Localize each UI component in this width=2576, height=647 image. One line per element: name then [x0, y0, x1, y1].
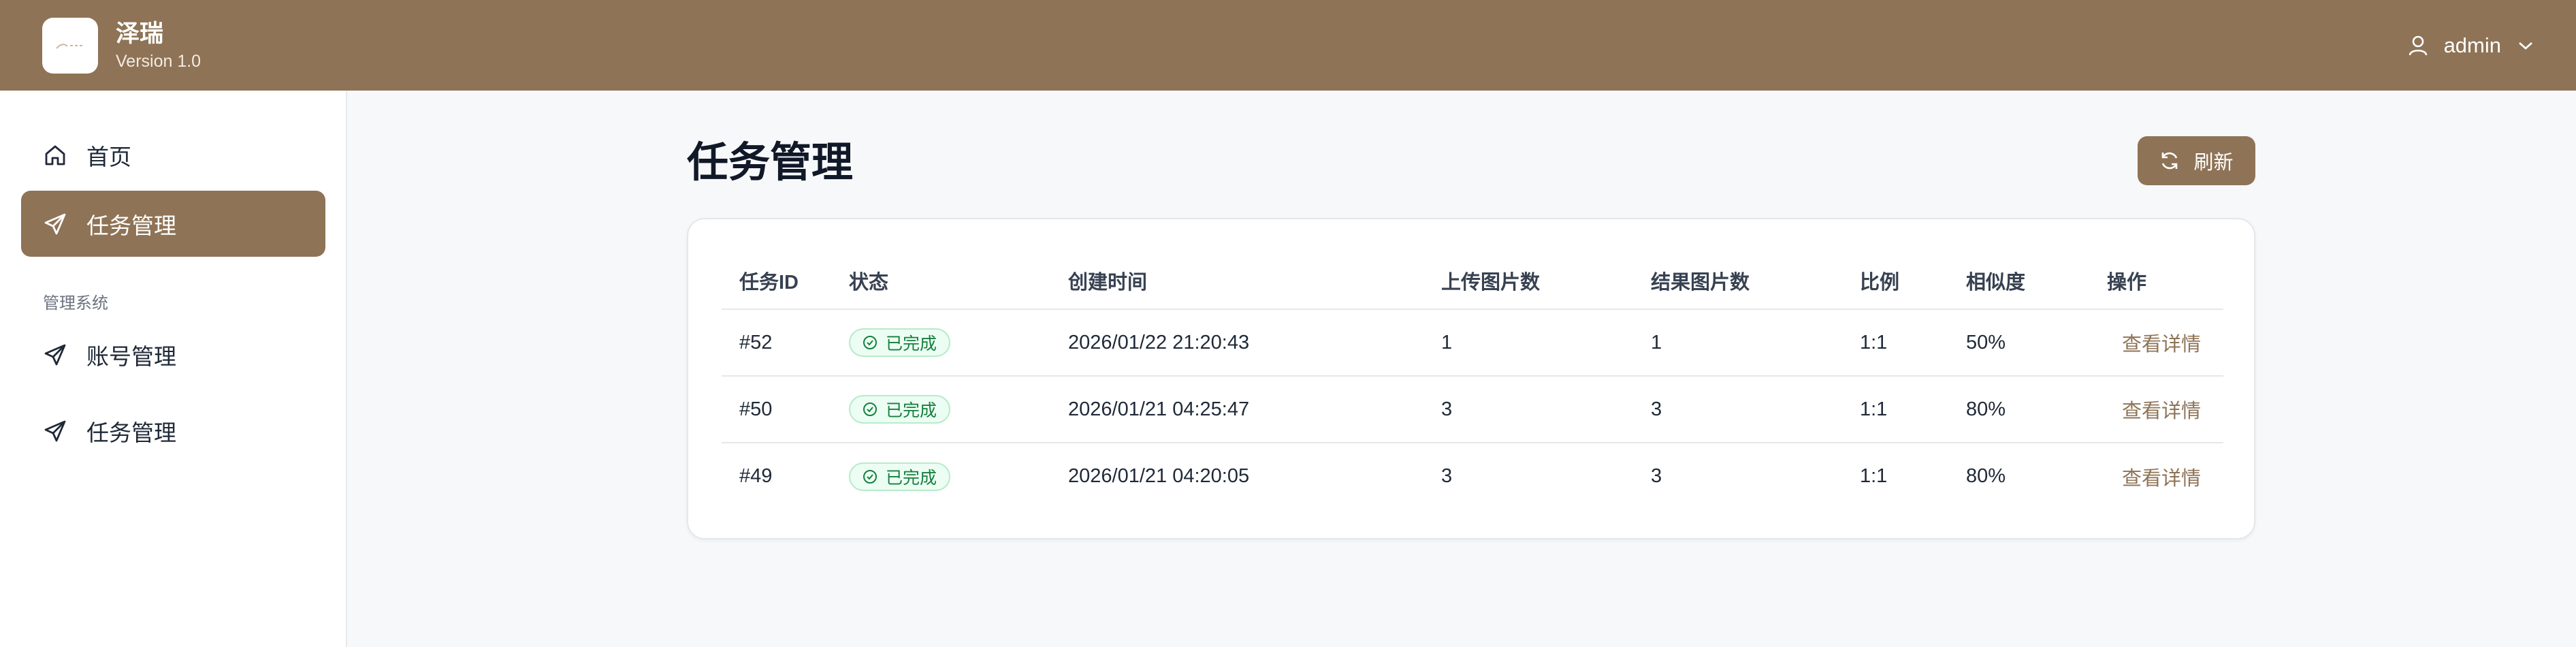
refresh-icon: [2162, 152, 2178, 170]
table-header-row: 任务ID 状态 创建时间 上传图片数 结果图片数 比例 相似度 操作: [722, 252, 2223, 310]
similarity: 80%: [1948, 376, 2089, 443]
ratio: 1:1: [1842, 376, 1948, 443]
app-version: Version 1.0: [116, 51, 202, 71]
send-icon: [44, 213, 66, 234]
similarity: 50%: [1948, 309, 2089, 377]
column-header: 上传图片数: [1423, 252, 1633, 310]
ratio: 1:1: [1860, 465, 1888, 487]
sidebar-item-task-management[interactable]: 任务管理: [21, 191, 325, 257]
status-badge: 已完成: [849, 328, 951, 357]
send-icon: [44, 344, 66, 365]
uploaded-count: 1: [1423, 309, 1633, 377]
status-text: 已完成: [886, 401, 937, 420]
result-count: 3: [1651, 465, 1662, 487]
table-row: #52 已完成 2026/01/22 21:20:43 1 1 1:1 50% …: [722, 309, 2223, 377]
task-id: #52: [722, 309, 831, 377]
status-badge: 已完成: [849, 395, 951, 424]
user-icon: [2409, 35, 2427, 55]
app-logo[interactable]: [42, 17, 98, 74]
task-table-card: 任务ID 状态 创建时间 上传图片数 结果图片数 比例 相似度 操作 #52 已…: [687, 218, 2255, 539]
status-badge: 已完成: [849, 462, 951, 491]
uploaded-count: 3: [1423, 376, 1633, 443]
view-details-link[interactable]: 查看详情: [2107, 400, 2201, 422]
sidebar-item-home[interactable]: 首页: [21, 122, 325, 188]
column-header: 任务ID: [722, 252, 831, 310]
column-header: 操作: [2089, 252, 2223, 310]
sidebar-item-label: 首页: [86, 144, 131, 170]
home-icon: [45, 145, 65, 165]
app-name: 泽瑞: [116, 20, 164, 47]
column-header: 创建时间: [1050, 252, 1423, 310]
created-time: 2026/01/22 21:20:43: [1050, 309, 1423, 377]
column-header: 比例: [1842, 252, 1948, 310]
refresh-button[interactable]: 刷新: [2138, 136, 2255, 185]
task-id: #50: [722, 376, 831, 443]
logo-icon: [56, 43, 82, 49]
similarity: 80%: [1966, 465, 2006, 487]
task-id: #49: [739, 465, 773, 487]
view-details-link[interactable]: 查看详情: [2107, 468, 2201, 490]
sidebar-section-title: 管理系统: [43, 294, 108, 313]
result-count: 3: [1633, 376, 1842, 443]
check-circle-icon: [863, 469, 877, 484]
column-header: 相似度: [1948, 252, 2089, 310]
username: admin: [2443, 33, 2501, 57]
created-time: 2026/01/21 04:25:47: [1050, 376, 1423, 443]
uploaded-count: 3: [1441, 465, 1453, 487]
sidebar-item-label: 任务管理: [86, 212, 176, 238]
sidebar: 首页 任务管理 管理系统 账号管理 任务管理: [0, 91, 347, 647]
send-icon: [44, 420, 66, 441]
column-header: 结果图片数: [1633, 252, 1842, 310]
status-text: 已完成: [886, 334, 937, 353]
column-header: 状态: [831, 252, 1050, 310]
created-time: 2026/01/21 04:20:05: [1068, 465, 1250, 487]
table-row: #50 已完成 2026/01/21 04:25:47 3 3 1:1 80% …: [722, 376, 2223, 443]
page-title: 任务管理: [687, 139, 854, 185]
task-table: 任务ID 状态 创建时间 上传图片数 结果图片数 比例 相似度 操作 #52 已…: [722, 252, 2223, 509]
table-row: #49 已完成 2026/01/21 04:20:05 3 3 1:1 80% …: [722, 443, 2223, 509]
brand: 泽瑞 Version 1.0: [42, 17, 202, 74]
refresh-label: 刷新: [2193, 152, 2234, 174]
check-circle-icon: [863, 403, 877, 416]
sidebar-item-label: 任务管理: [86, 420, 176, 445]
view-details-link[interactable]: 查看详情: [2107, 334, 2201, 356]
status-text: 已完成: [886, 468, 937, 488]
user-menu[interactable]: admin: [2409, 33, 2534, 58]
ratio: 1:1: [1842, 309, 1948, 377]
sidebar-item-account-management[interactable]: 账号管理: [21, 321, 325, 388]
sidebar-item-task-management-admin[interactable]: 任务管理: [21, 398, 325, 464]
top-header: 泽瑞 Version 1.0 admin: [0, 0, 2576, 91]
result-count: 1: [1633, 309, 1842, 377]
check-circle-icon: [863, 336, 877, 349]
sidebar-item-label: 账号管理: [86, 343, 176, 369]
chevron-down-icon[interactable]: [2517, 41, 2534, 50]
